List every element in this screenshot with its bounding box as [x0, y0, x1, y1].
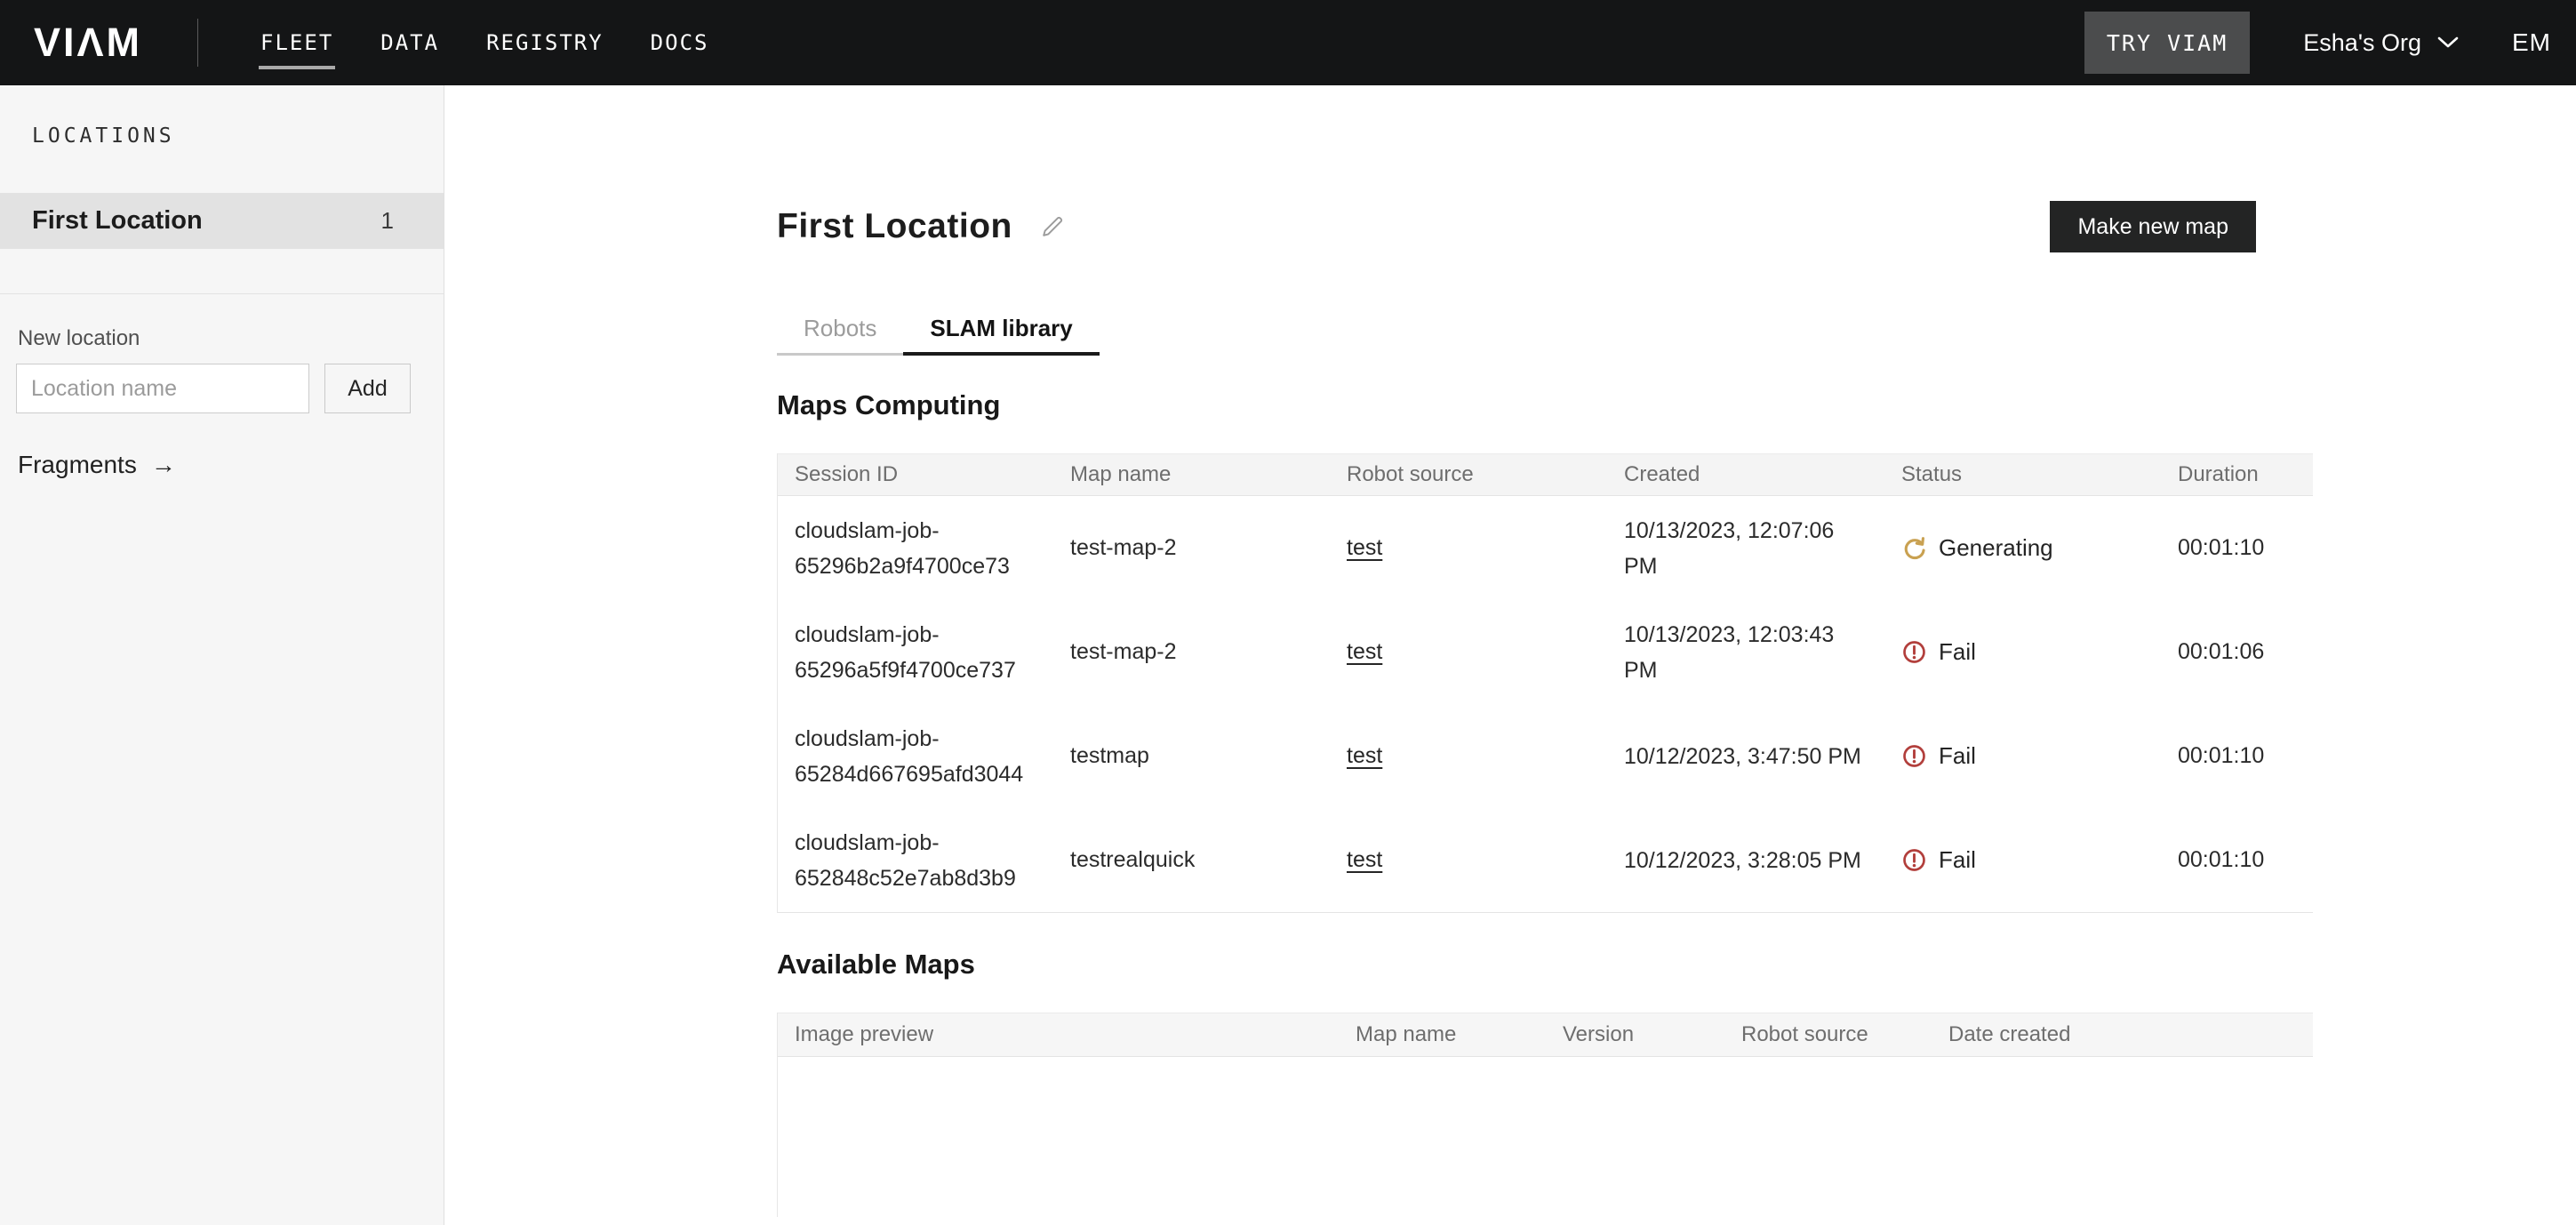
robot-source-cell: test	[1347, 535, 1624, 561]
column-header: Created	[1624, 462, 1901, 487]
column-header: Date created	[1948, 1022, 2313, 1047]
maps-computing-table: Session ID Map name Robot source Created…	[777, 453, 2313, 913]
table-row: cloudslam-job- 65284d667695afd3044 testm…	[778, 704, 2313, 808]
robot-source-link[interactable]: test	[1347, 743, 1382, 768]
generating-spinner-icon	[1901, 535, 1927, 561]
created-cell: 10/13/2023, 12:03:43 PM	[1624, 617, 1866, 688]
column-header: Map name	[1070, 462, 1347, 487]
org-name: Esha's Org	[2303, 29, 2421, 57]
page-title: First Location	[777, 207, 1012, 246]
robot-source-link[interactable]: test	[1347, 535, 1382, 560]
map-name-cell: testrealquick	[1070, 847, 1347, 873]
available-maps-table: Image preview Map name Version Robot sou…	[777, 1013, 2313, 1217]
column-header: Status	[1901, 462, 2178, 487]
status-label: Generating	[1939, 534, 2053, 562]
sidebar-item-location[interactable]: First Location 1	[0, 193, 444, 249]
table-row: cloudslam-job- 65296b2a9f4700ce73 test-m…	[778, 496, 2313, 600]
created-cell: 10/12/2023, 3:47:50 PM	[1624, 739, 1866, 774]
available-maps-heading: Available Maps	[777, 949, 2576, 981]
try-viam-button[interactable]: TRY VIAM	[2084, 12, 2250, 74]
map-name-cell: testmap	[1070, 743, 1347, 769]
robot-source-cell: test	[1347, 743, 1624, 769]
status-cell: Fail	[1901, 638, 2178, 666]
locations-list: First Location 1	[0, 193, 444, 249]
user-avatar[interactable]: EM	[2512, 28, 2551, 57]
chevron-down-icon	[2437, 36, 2459, 49]
maps-computing-table-body: cloudslam-job- 65296b2a9f4700ce73 test-m…	[778, 496, 2313, 913]
session-id-cell: cloudslam-job- 652848c52e7ab8d3b9	[795, 825, 1070, 896]
sidebar-divider	[0, 293, 444, 294]
locations-heading: LOCATIONS	[32, 124, 444, 148]
status-cell: Generating	[1901, 534, 2178, 562]
robot-source-cell: test	[1347, 639, 1624, 665]
arrow-right-icon: →	[151, 451, 176, 479]
session-id-cell: cloudslam-job- 65296a5f9f4700ce737	[795, 617, 1070, 688]
nav-item[interactable]: DATA	[380, 0, 439, 85]
new-location-label: New location	[18, 326, 444, 351]
fail-alert-icon	[1901, 743, 1927, 769]
new-location-form: New location Add	[16, 326, 444, 413]
org-switcher[interactable]: Esha's Org	[2303, 29, 2459, 57]
status-cell: Fail	[1901, 742, 2178, 770]
table-row: cloudslam-job- 65296a5f9f4700ce737 test-…	[778, 600, 2313, 704]
status-cell: Fail	[1901, 846, 2178, 874]
make-new-map-button[interactable]: Make new map	[2050, 201, 2256, 252]
status-label: Fail	[1939, 846, 1976, 874]
column-header: Robot source	[1741, 1022, 1948, 1047]
location-name: First Location	[32, 206, 381, 236]
primary-nav: FLEET DATA REGISTRY DOCS	[260, 0, 708, 85]
available-maps-table-header: Image preview Map name Version Robot sou…	[778, 1013, 2313, 1057]
duration-cell: 00:01:10	[2178, 535, 2313, 561]
session-id-cell: cloudslam-job- 65296b2a9f4700ce73	[795, 513, 1070, 584]
status-label: Fail	[1939, 742, 1976, 770]
duration-cell: 00:01:10	[2178, 743, 2313, 769]
nav-right: TRY VIAM Esha's Org EM	[2084, 12, 2576, 74]
add-location-button[interactable]: Add	[324, 364, 411, 413]
column-header: Robot source	[1347, 462, 1624, 487]
fail-alert-icon	[1901, 847, 1927, 873]
created-cell: 10/12/2023, 3:28:05 PM	[1624, 843, 1866, 878]
robot-source-link[interactable]: test	[1347, 847, 1382, 872]
fail-alert-icon	[1901, 639, 1927, 665]
column-header: Session ID	[795, 462, 1070, 487]
maps-computing-table-header: Session ID Map name Robot source Created…	[778, 453, 2313, 496]
main-content: First Location Make new map Robots SLAM …	[444, 85, 2576, 1225]
created-cell: 10/13/2023, 12:07:06 PM	[1624, 513, 1866, 584]
nav-item[interactable]: DOCS	[651, 0, 709, 85]
map-name-cell: test-map-2	[1070, 535, 1347, 561]
edit-pencil-icon[interactable]	[1039, 213, 1066, 240]
location-robot-count: 1	[381, 207, 394, 235]
maps-computing-heading: Maps Computing	[777, 389, 2576, 421]
session-id-cell: cloudslam-job- 65284d667695afd3044	[795, 721, 1070, 792]
column-header: Version	[1563, 1022, 1741, 1047]
nav-divider	[197, 19, 198, 67]
status-label: Fail	[1939, 638, 1976, 666]
robot-source-link[interactable]: test	[1347, 639, 1382, 664]
table-row: cloudslam-job- 652848c52e7ab8d3b9 testre…	[778, 808, 2313, 912]
fragments-label: Fragments	[18, 451, 137, 479]
viam-logo[interactable]: VIΛM	[34, 20, 142, 66]
robot-source-cell: test	[1347, 847, 1624, 873]
fragments-link[interactable]: Fragments →	[18, 451, 176, 479]
map-name-cell: test-map-2	[1070, 639, 1347, 665]
available-maps-empty-body	[778, 1057, 2313, 1217]
top-nav: VIΛM FLEET DATA REGISTRY DOCS TRY VIAM E…	[0, 0, 2576, 85]
tab[interactable]: SLAM library	[903, 300, 1099, 356]
nav-item[interactable]: REGISTRY	[486, 0, 604, 85]
column-header: Image preview	[795, 1022, 1356, 1047]
tab[interactable]: Robots	[777, 300, 903, 356]
nav-item[interactable]: FLEET	[260, 0, 333, 85]
tabs: Robots SLAM library	[777, 300, 2576, 356]
column-header: Map name	[1356, 1022, 1563, 1047]
location-name-input[interactable]	[16, 364, 309, 413]
duration-cell: 00:01:06	[2178, 639, 2313, 665]
column-header: Duration	[2178, 462, 2313, 487]
locations-sidebar: LOCATIONS First Location 1 New location …	[0, 85, 444, 1225]
duration-cell: 00:01:10	[2178, 847, 2313, 873]
